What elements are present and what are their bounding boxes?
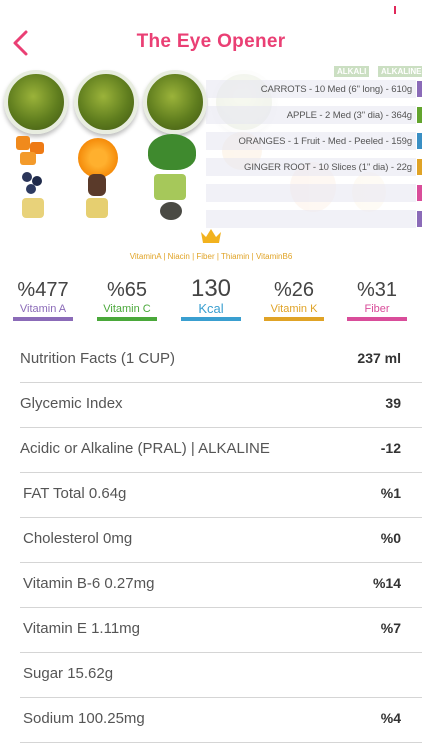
nutrition-row: Acidic or Alkaline (PRAL) | ALKALINE -12: [20, 428, 422, 473]
nutrient-summary: %477 Vitamin A %65 Vitamin C 130 Kcal %2…: [0, 276, 422, 336]
stat-value: %65: [106, 279, 148, 301]
ingredient-text: GINGER ROOT - 10 Slices (1'' dia) - 22g: [244, 161, 412, 173]
smoothie-cup-image: [74, 70, 138, 134]
ingredient-row: [206, 180, 422, 206]
ingredient-color-bar: [417, 159, 422, 175]
nutrition-row: Vitamin B-6 0.27mg %14: [20, 563, 422, 608]
carrot-image: [16, 136, 30, 150]
nutrition-label: Vitamin B-6 0.27mg: [23, 575, 155, 592]
ingredient-row: CARROTS - 10 Med (6'' long) - 610g: [206, 76, 422, 102]
ingredient-color-bar: [417, 211, 422, 227]
ingredient-row: APPLE - 2 Med (3'' dia) - 364g: [206, 102, 422, 128]
nutrition-row: Glycemic Index 39: [20, 383, 422, 428]
stat-label: Fiber: [364, 303, 390, 315]
stat-underline: [13, 317, 73, 321]
stat-vitamin-a: %477 Vitamin A: [9, 278, 77, 321]
ingredient-color-bar: [417, 133, 422, 149]
smoothie-cup-image: [143, 70, 207, 134]
stat-label: Kcal: [198, 301, 224, 316]
ginger-image: [22, 198, 44, 218]
nutrition-value: 237 ml: [357, 350, 401, 366]
carrot-image: [20, 152, 36, 165]
ingredient-text: APPLE - 2 Med (3'' dia) - 364g: [286, 109, 412, 121]
header: The Eye Opener: [0, 0, 422, 62]
ingredient-row: ORANGES - 1 Fruit - Med - Peeled - 159g: [206, 128, 422, 154]
nutrition-label: Cholesterol 0mg: [23, 530, 133, 547]
stat-vitamin-k: %26 Vitamin K: [260, 278, 328, 321]
nutrition-value: %1: [380, 485, 401, 501]
ingredient-color-bar: [417, 185, 422, 201]
cucumber-image: [154, 174, 186, 200]
ingredient-text: CARROTS - 10 Med (6'' long) - 610g: [260, 83, 412, 95]
blueberry-image: [22, 172, 32, 182]
stat-label: Vitamin A: [19, 303, 67, 315]
nutrition-value: 39: [385, 395, 401, 411]
stat-value: %477: [17, 279, 69, 301]
nutrition-row: Nutrition Facts (1 CUP) 237 ml: [20, 338, 422, 383]
stat-value: %31: [356, 279, 398, 301]
ingredient-row: [206, 206, 422, 232]
stat-vitamin-c: %65 Vitamin C: [93, 278, 161, 321]
ingredient-text: ORANGES - 1 Fruit - Med - Peeled - 159g: [238, 135, 413, 147]
stat-underline: [97, 317, 157, 321]
page-title: The Eye Opener: [136, 31, 286, 52]
nutrition-value: -12: [380, 440, 401, 456]
chia-seeds-image: [160, 202, 182, 220]
nutrition-label: Sugar 15.62g: [23, 665, 114, 682]
nutrition-label: Sodium 100.25mg: [23, 710, 145, 727]
nutrition-label: Glycemic Index: [20, 395, 123, 412]
nutrition-label: Vitamin E 1.11mg: [23, 620, 141, 637]
stat-underline: [347, 317, 407, 321]
stat-value: %26: [273, 279, 315, 301]
nutrition-value: %7: [380, 620, 401, 636]
ingredient-color-bar: [417, 107, 422, 123]
ingredient-color-bar: [417, 81, 422, 97]
nutrition-value: %4: [380, 710, 401, 726]
ginger-image: [86, 198, 108, 218]
ingredient-list: CARROTS - 10 Med (6'' long) - 610g APPLE…: [206, 76, 422, 232]
crown-icon: [201, 229, 221, 243]
orange-slice-image: [78, 138, 118, 178]
stat-underline: [181, 317, 241, 321]
blueberry-image: [26, 184, 36, 194]
stat-value: 130: [190, 275, 232, 302]
mushroom-image: [88, 174, 106, 196]
status-mark: [394, 6, 396, 14]
nutrition-row: FAT Total 0.64g %1: [20, 473, 422, 518]
nutrition-label: Nutrition Facts (1 CUP): [20, 350, 176, 367]
nutrition-label: Acidic or Alkaline (PRAL) | ALKALINE: [20, 440, 270, 457]
nutrition-value: %0: [380, 530, 401, 546]
stat-label: Vitamin K: [270, 303, 318, 315]
stat-underline: [264, 317, 324, 321]
nutrition-label: FAT Total 0.64g: [23, 485, 127, 502]
smoothie-cup-image: [4, 70, 68, 134]
nutrition-facts-list: Nutrition Facts (1 CUP) 237 ml Glycemic …: [0, 338, 422, 743]
nutrition-row: Sodium 100.25mg %4: [20, 698, 422, 743]
nutrition-row: Cholesterol 0mg %0: [20, 518, 422, 563]
top-vitamins-line: VitaminA | Niacin | Fiber | Thiamin | Vi…: [129, 252, 293, 261]
nutrition-row: Sugar 15.62g: [20, 653, 422, 698]
spinach-image: [148, 134, 196, 170]
nutrition-value: %14: [372, 575, 401, 591]
stat-kcal: 130 Kcal: [177, 276, 245, 321]
nutrition-row: Vitamin E 1.11mg %7: [20, 608, 422, 653]
ingredient-row: GINGER ROOT - 10 Slices (1'' dia) - 22g: [206, 154, 422, 180]
stat-label: Vitamin C: [103, 303, 151, 315]
stat-fiber: %31 Fiber: [343, 278, 411, 321]
